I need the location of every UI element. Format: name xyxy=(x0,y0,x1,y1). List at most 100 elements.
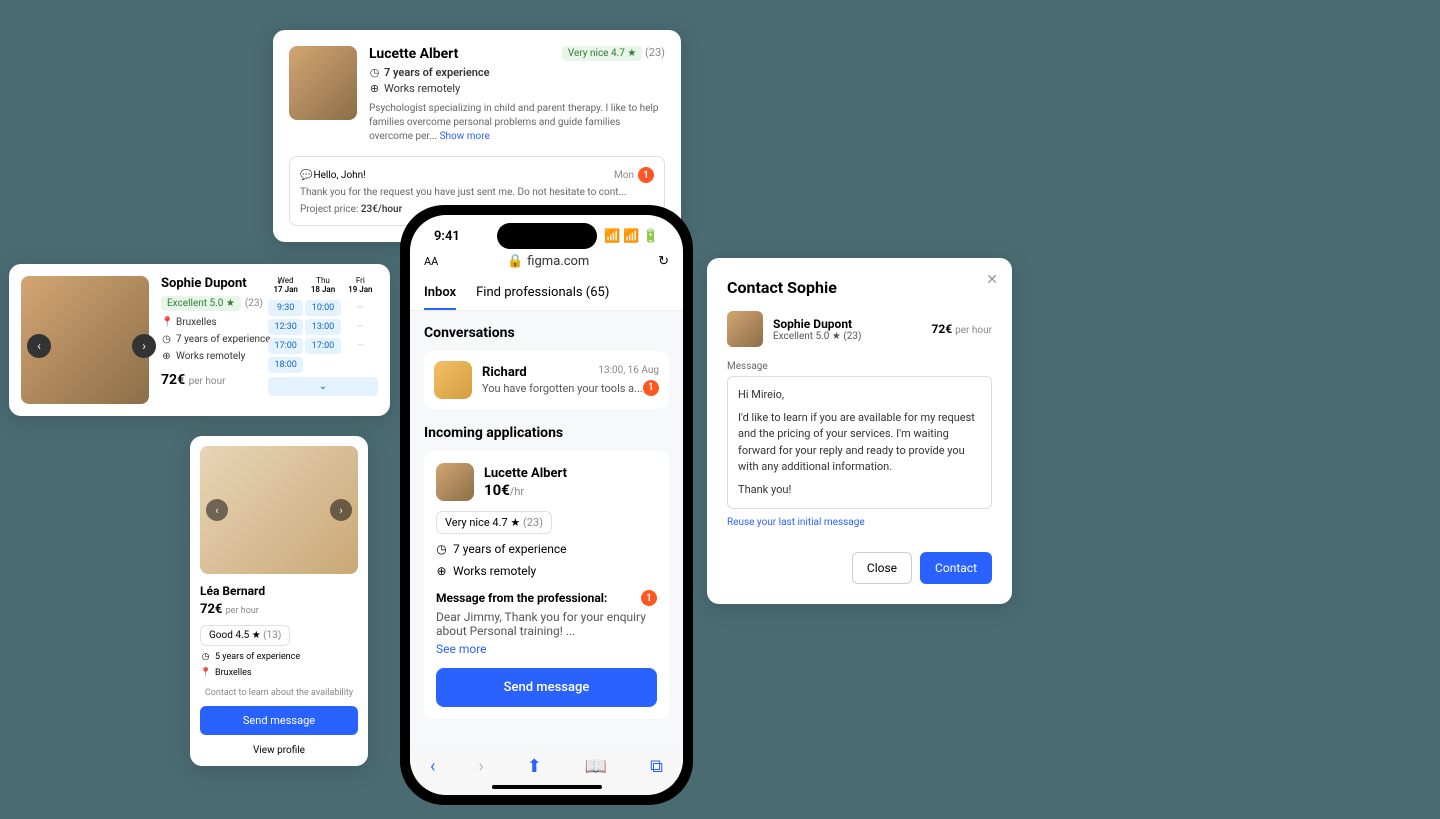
time-slot[interactable]: 12:30 xyxy=(268,319,303,335)
globe-icon: ⊕ xyxy=(436,564,447,578)
remote-text: Works remotely xyxy=(384,82,460,95)
avatar xyxy=(434,361,472,399)
phone-frame: 9:41 📶 📶 🔋 AA 🔒 figma.com ↻ Inbox Find pr… xyxy=(400,205,693,805)
applications-header: Incoming applications xyxy=(424,425,669,441)
chat-icon: 💬 xyxy=(300,170,311,181)
message-body: Thank you for the request you have just … xyxy=(300,187,654,198)
prev-photo-button[interactable]: ‹ xyxy=(27,334,51,358)
tab-find-professionals[interactable]: Find professionals (65) xyxy=(476,285,609,310)
professional-name: Lucette Albert xyxy=(369,46,490,62)
contact-button[interactable]: Contact xyxy=(920,552,992,584)
rating-text: Excellent 5.0 ★ (23) xyxy=(773,331,921,342)
price-label: Project price: xyxy=(300,204,358,215)
professional-name: Léa Bernard xyxy=(200,584,358,598)
conversation-item[interactable]: Richard 13:00, 16 Aug You have forgotten… xyxy=(424,351,669,409)
price: 72€ xyxy=(161,372,185,388)
reuse-message-link[interactable]: Reuse your last initial message xyxy=(727,517,992,528)
remote: Works remotely xyxy=(453,564,536,578)
clock-icon: ◷ xyxy=(369,66,380,79)
show-more-link[interactable]: Show more xyxy=(440,131,490,142)
rating-badge: Good 4.5 ★ (13) xyxy=(200,625,290,646)
conversation-preview: You have forgotten your tools a... xyxy=(482,382,643,395)
clock-icon: ◷ xyxy=(436,542,447,556)
close-icon[interactable]: ✕ xyxy=(986,272,998,288)
time-slot[interactable]: 17:00 xyxy=(305,338,340,354)
price: 72€ xyxy=(200,602,222,617)
message-header: Message from the professional: xyxy=(436,591,607,605)
professional-name: Sophie Dupont xyxy=(773,317,921,331)
unread-badge: 1 xyxy=(638,167,654,183)
clock-icon: ◷ xyxy=(200,652,211,662)
price: 10€ xyxy=(484,481,510,499)
location: Bruxelles xyxy=(176,317,217,328)
forward-button[interactable]: › xyxy=(478,756,483,777)
conversation-name: Richard xyxy=(482,365,527,380)
avatar xyxy=(436,463,474,501)
message-textarea[interactable]: Hi Mireio, I'd like to learn if you are … xyxy=(727,376,992,509)
url-text[interactable]: figma.com xyxy=(527,254,589,269)
status-time: 9:41 xyxy=(434,229,460,244)
tab-inbox[interactable]: Inbox xyxy=(424,285,456,310)
rating-badge: Excellent 5.0 ★ xyxy=(161,296,241,311)
price-unit: per hour xyxy=(189,376,226,387)
text-size-button[interactable]: AA xyxy=(424,255,438,268)
rating-count: (23) xyxy=(245,298,263,309)
price: 72€ xyxy=(931,322,952,336)
globe-icon: ⊕ xyxy=(369,82,380,95)
prev-photo-button[interactable]: ‹ xyxy=(206,499,228,521)
avatar: ‹ › xyxy=(200,446,358,574)
pin-icon: 📍 xyxy=(161,317,172,328)
lock-icon: 🔒 xyxy=(507,254,523,269)
close-button[interactable]: Close xyxy=(852,552,912,584)
rating-badge: Very nice 4.7 ★ (23) xyxy=(436,511,552,534)
send-message-button[interactable]: Send message xyxy=(200,706,358,735)
home-indicator[interactable] xyxy=(492,785,602,789)
experience: 5 years of experience xyxy=(215,652,300,662)
experience: 7 years of experience xyxy=(453,542,566,556)
share-button[interactable]: ⬆ xyxy=(527,756,542,777)
time-slot[interactable]: 17:00 xyxy=(268,338,303,354)
conversation-time: 13:00, 16 Aug xyxy=(598,365,659,380)
time-slot[interactable]: 10:00 xyxy=(305,300,340,316)
experience: 7 years of experience xyxy=(176,334,271,345)
price-unit: per hour xyxy=(226,606,259,616)
next-photo-button[interactable]: › xyxy=(330,499,352,521)
greeting: Hello, John! xyxy=(313,170,365,181)
unread-badge: 1 xyxy=(643,380,659,396)
price-unit: per hour xyxy=(955,325,992,336)
contact-modal: ✕ Contact Sophie Sophie Dupont Excellent… xyxy=(707,258,1012,604)
message-text: Dear Jimmy, Thank you for your enquiry a… xyxy=(436,610,657,638)
unread-badge: 1 xyxy=(641,590,657,606)
message-day: Mon xyxy=(614,170,634,181)
experience-text: 7 years of experience xyxy=(384,66,490,79)
time-slot[interactable]: 18:00 xyxy=(268,357,303,373)
time-slot[interactable]: 9:30 xyxy=(268,300,303,316)
expand-schedule-button[interactable]: ⌄ xyxy=(268,377,378,396)
clock-icon: ◷ xyxy=(161,334,172,345)
pin-icon: 📍 xyxy=(200,668,211,678)
back-button[interactable]: ‹ xyxy=(430,756,435,777)
message-label: Message xyxy=(727,361,992,372)
price-value: 23€/hour xyxy=(361,204,402,215)
time-slot[interactable]: 13:00 xyxy=(305,319,340,335)
view-profile-link[interactable]: View profile xyxy=(200,745,358,756)
remote: Works remotely xyxy=(176,351,245,362)
applicant-name: Lucette Albert xyxy=(484,466,567,481)
globe-icon: ⊕ xyxy=(161,351,172,362)
professional-card-sophie: ‹ › Sophie Dupont Excellent 5.0 ★ (23) 📍… xyxy=(9,264,390,416)
professional-card-lea: ‹ › Léa Bernard 72€ per hour Good 4.5 ★ … xyxy=(190,436,368,766)
tabs-button[interactable]: ⧉ xyxy=(650,756,663,777)
see-more-link[interactable]: See more xyxy=(436,642,657,656)
location: Bruxelles xyxy=(215,668,252,678)
bookmarks-button[interactable]: 📖 xyxy=(585,756,607,777)
price-unit: /hr xyxy=(510,485,524,498)
avatar xyxy=(289,46,357,120)
time-slot-empty: — xyxy=(343,319,378,335)
application-item: Lucette Albert 10€/hr Very nice 4.7 ★ (2… xyxy=(424,451,669,719)
reload-button[interactable]: ↻ xyxy=(658,254,669,269)
send-message-button[interactable]: Send message xyxy=(436,668,657,707)
next-photo-button[interactable]: › xyxy=(132,334,156,358)
modal-title: Contact Sophie xyxy=(727,278,992,297)
status-icons: 📶 📶 🔋 xyxy=(604,229,659,244)
conversations-header: Conversations xyxy=(424,325,669,341)
